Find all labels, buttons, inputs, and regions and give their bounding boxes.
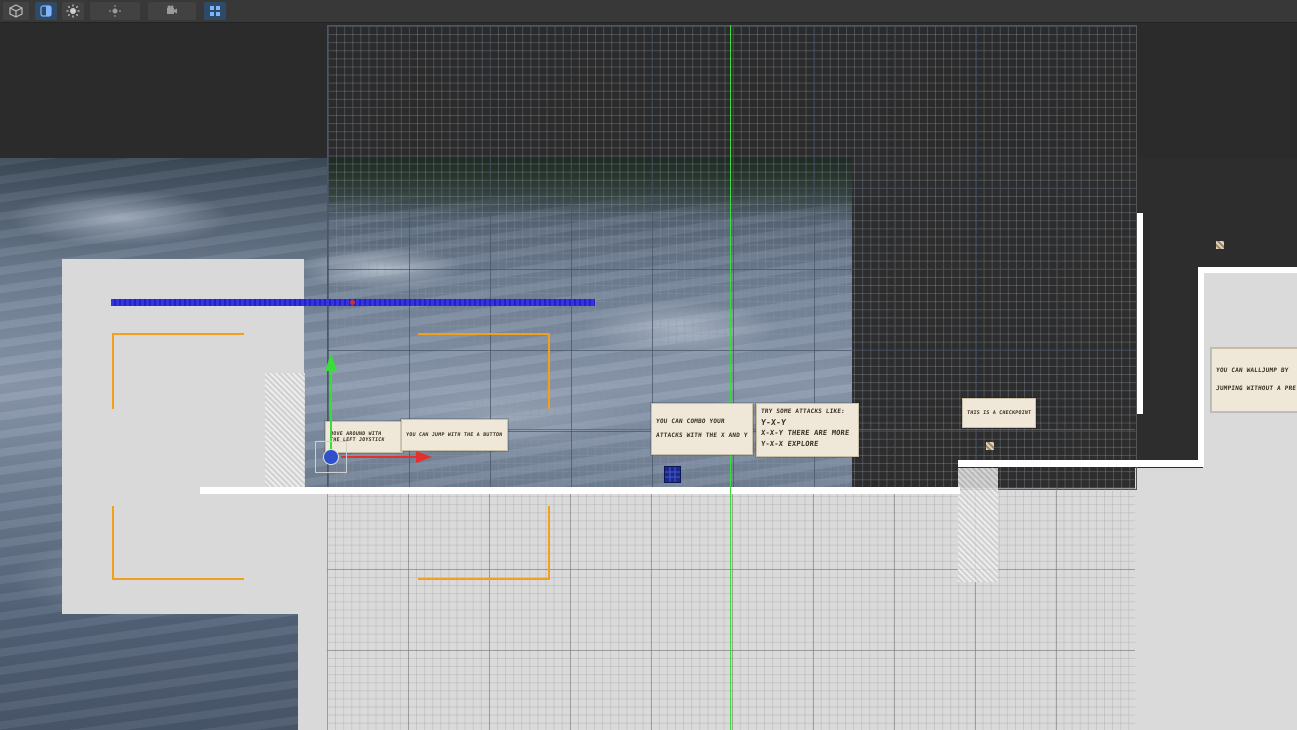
sign-text-line: YOU CAN JUMP WITH THE A BUTTON (405, 432, 503, 438)
navy-block-marker[interactable] (664, 466, 681, 483)
y-axis-guide-line (730, 25, 731, 730)
ledge-edge-line (958, 460, 1204, 467)
camera-icon[interactable] (148, 2, 196, 20)
sign-text-line: TRY SOME ATTACKS LIKE: (760, 408, 846, 415)
collider-column-left[interactable] (265, 373, 305, 488)
sign-text-line: JUMPING WITHOUT A PRE (1215, 385, 1297, 392)
ground-edge-line (200, 487, 960, 494)
tutorial-sign-combo[interactable]: YOU CAN COMBO YOUR ATTACKS WITH THE X AN… (651, 403, 753, 455)
tutorial-sign-walljump[interactable]: YOU CAN WALLJUMP BY JUMPING WITHOUT A PR… (1211, 348, 1297, 412)
sign-text-line: ATTACKS WITH THE X AND Y (655, 432, 748, 439)
scene-toolbar (0, 0, 1297, 23)
right-wall-edge-line (1198, 267, 1204, 467)
sign-text-line: X-X-Y THERE ARE MORE (760, 429, 850, 437)
tutorial-sign-jump[interactable]: YOU CAN JUMP WITH THE A BUTTON (401, 419, 508, 451)
sign-text-line: YOU CAN WALLJUMP BY (1215, 367, 1289, 374)
gizmo-x-arrow-icon[interactable] (416, 451, 432, 463)
collider-column-right[interactable] (958, 468, 998, 582)
camera-bounds-bottom-left (112, 506, 244, 580)
gizmo-x-axis[interactable] (341, 456, 421, 458)
lighting-icon[interactable] (90, 2, 140, 20)
camera-bounds-bottom-right (418, 506, 550, 580)
checkpoint-marker-icon[interactable] (986, 442, 994, 450)
right-wall-top-line (1198, 267, 1297, 273)
gizmo-y-arrow-icon[interactable] (325, 353, 337, 371)
camera-bounds-top-right (418, 333, 550, 409)
sign-text-line: YOU CAN COMBO YOUR (655, 418, 726, 425)
trigger-point-marker (350, 300, 355, 305)
left-wall-base (298, 488, 328, 730)
sun-icon[interactable] (62, 2, 84, 20)
player-gizmo-icon[interactable] (323, 449, 339, 465)
wall-edge-line (1137, 213, 1143, 414)
ground-right-block[interactable] (1135, 468, 1297, 730)
shading-icon[interactable] (35, 2, 57, 20)
tutorial-sign-attacks[interactable]: TRY SOME ATTACKS LIKE: Y-X-Y X-X-Y THERE… (756, 403, 859, 457)
camera-bounds-top-left (112, 333, 244, 409)
tutorial-sign-checkpoint[interactable]: THIS IS A CHECKPOINT (962, 398, 1036, 428)
sign-text-line: THIS IS A CHECKPOINT (966, 410, 1032, 416)
cube-icon[interactable] (3, 2, 29, 20)
pickup-marker-icon[interactable] (1216, 241, 1224, 249)
sign-text-line: Y-X-Y (760, 418, 787, 427)
grid-icon[interactable] (204, 2, 226, 20)
sign-text-line: Y-X-X EXPLORE (760, 440, 819, 448)
